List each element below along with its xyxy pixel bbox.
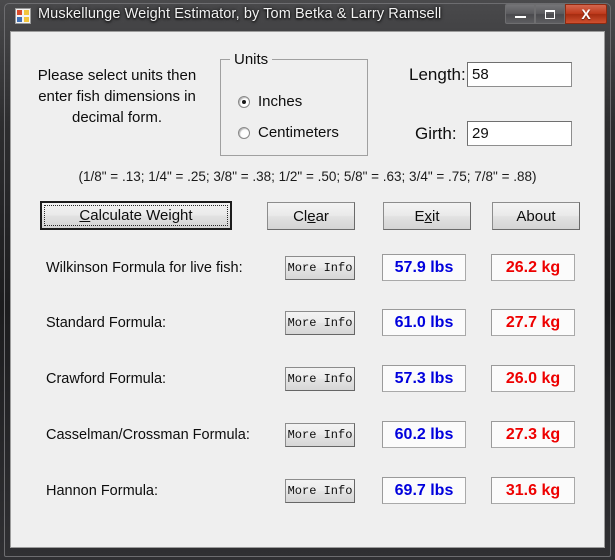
result-pounds: 57.3 lbs xyxy=(382,365,466,392)
about-label: About xyxy=(516,208,555,225)
title-bar[interactable]: Muskellunge Weight Estimator, by Tom Bet… xyxy=(0,0,615,31)
clear-button[interactable]: Clear xyxy=(267,202,355,230)
close-icon: X xyxy=(581,7,590,21)
maximize-button[interactable] xyxy=(535,4,565,24)
more-info-button[interactable]: More Info xyxy=(285,367,355,391)
clear-label: Clear xyxy=(293,208,329,225)
calculate-weight-label: Calculate Weight xyxy=(79,207,192,224)
length-input[interactable]: 58 xyxy=(467,62,572,87)
app-form-icon xyxy=(15,8,31,24)
result-pounds: 69.7 lbs xyxy=(382,477,466,504)
exit-label: Exit xyxy=(414,208,439,225)
close-button[interactable]: X xyxy=(565,4,607,24)
formula-label: Hannon Formula: xyxy=(46,483,158,499)
minimize-icon xyxy=(515,16,526,18)
result-kilograms: 31.6 kg xyxy=(491,477,575,504)
window-title: Muskellunge Weight Estimator, by Tom Bet… xyxy=(38,6,441,22)
instructions-text: Please select units then enter fish dime… xyxy=(33,65,201,128)
radio-unselected-icon xyxy=(238,127,250,139)
formula-label: Crawford Formula: xyxy=(46,371,166,387)
radio-label-centimeters: Centimeters xyxy=(258,124,339,141)
calculate-weight-button[interactable]: Calculate Weight xyxy=(40,201,232,230)
about-button[interactable]: About xyxy=(492,202,580,230)
minimize-button[interactable] xyxy=(505,4,535,24)
result-pounds: 60.2 lbs xyxy=(382,421,466,448)
application-window: Muskellunge Weight Estimator, by Tom Bet… xyxy=(0,0,615,560)
result-kilograms: 27.7 kg xyxy=(491,309,575,336)
more-info-button[interactable]: More Info xyxy=(285,423,355,447)
radio-units-centimeters[interactable]: Centimeters xyxy=(238,124,339,141)
maximize-icon xyxy=(545,10,555,19)
length-label: Length: xyxy=(409,65,466,85)
units-group-label: Units xyxy=(230,51,272,68)
result-pounds: 57.9 lbs xyxy=(382,254,466,281)
radio-selected-icon xyxy=(238,96,250,108)
result-kilograms: 26.0 kg xyxy=(491,365,575,392)
more-info-button[interactable]: More Info xyxy=(285,479,355,503)
formula-label: Casselman/Crossman Formula: xyxy=(46,427,250,443)
radio-units-inches[interactable]: Inches xyxy=(238,93,302,110)
result-kilograms: 26.2 kg xyxy=(491,254,575,281)
result-kilograms: 27.3 kg xyxy=(491,421,575,448)
form-client-area: Please select units then enter fish dime… xyxy=(10,31,605,548)
more-info-button[interactable]: More Info xyxy=(285,311,355,335)
girth-input[interactable]: 29 xyxy=(467,121,572,146)
more-info-button[interactable]: More Info xyxy=(285,256,355,280)
radio-label-inches: Inches xyxy=(258,93,302,110)
formula-label: Wilkinson Formula for live fish: xyxy=(46,260,243,276)
fraction-conversion-hint: (1/8" = .13; 1/4" = .25; 3/8" = .38; 1/2… xyxy=(11,169,604,184)
exit-button[interactable]: Exit xyxy=(383,202,471,230)
result-pounds: 61.0 lbs xyxy=(382,309,466,336)
formula-label: Standard Formula: xyxy=(46,315,166,331)
girth-label: Girth: xyxy=(415,124,457,144)
